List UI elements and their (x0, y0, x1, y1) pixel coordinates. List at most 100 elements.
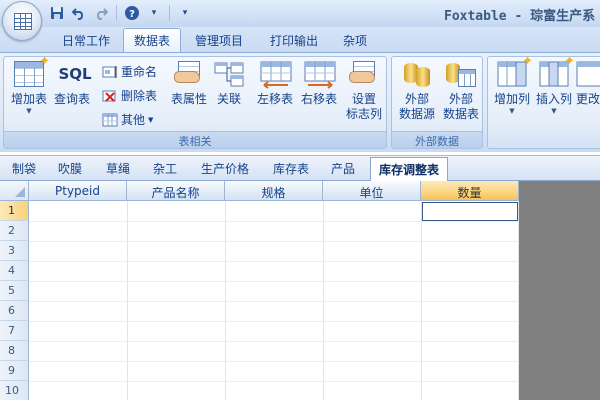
set-flag-column-button[interactable]: 设置 标志列 (344, 61, 384, 122)
grid-area: Ptypeid 产品名称 规格 单位 数量 1 2 3 4 5 6 7 8 9 … (0, 181, 600, 400)
sheet-tab-inventory[interactable]: 库存表 (273, 160, 309, 177)
row-divider (29, 241, 519, 242)
ext-source-line1: 外部 (404, 92, 429, 106)
relation-icon (214, 61, 244, 89)
help-icon[interactable]: ? (123, 4, 141, 22)
row-header[interactable]: 9 (0, 361, 29, 381)
rename-button[interactable]: 重命名 (102, 63, 157, 80)
select-all-corner[interactable] (0, 181, 29, 201)
row-divider (29, 341, 519, 342)
column-header-quantity[interactable]: 数量 (421, 181, 519, 201)
row-divider (29, 361, 519, 362)
change-column-label: 更改 (576, 92, 600, 106)
row-header[interactable]: 4 (0, 261, 29, 281)
undo-icon[interactable] (70, 4, 88, 22)
external-table-button[interactable]: 外部 数据表 (440, 61, 482, 122)
save-icon[interactable] (48, 4, 66, 22)
title-bar: ? ▾ ▾ Foxtable - 琮富生产系 (0, 0, 600, 41)
ext-source-line2: 数据源 (398, 107, 435, 121)
ribbon-panel: 增加表 ▼ SQL 查询表 重命名 删除表 其他 ▼ (0, 52, 600, 152)
row-divider (29, 301, 519, 302)
query-table-button[interactable]: SQL 查询表 (52, 61, 92, 107)
row-header[interactable]: 6 (0, 301, 29, 321)
tab-print-output[interactable]: 打印输出 (258, 29, 330, 52)
group-table-label: 表相关 (4, 131, 386, 148)
chevron-down-icon: ▼ (26, 107, 32, 115)
delete-icon (102, 89, 118, 103)
qat-separator (116, 5, 117, 21)
row-divider (29, 381, 519, 382)
other-label: 其他 (121, 113, 146, 127)
set-flag-line1: 设置 (351, 92, 376, 106)
other-button[interactable]: 其他 ▼ (102, 111, 153, 128)
column-header-spec[interactable]: 规格 (225, 181, 323, 201)
row-divider (29, 281, 519, 282)
row-header[interactable]: 8 (0, 341, 29, 361)
set-flag-line2: 标志列 (345, 107, 382, 121)
sheet-tab-inventory-adjustment[interactable]: 库存调整表 (370, 157, 449, 181)
table-icon (102, 113, 118, 127)
tab-manage-project[interactable]: 管理项目 (183, 29, 255, 52)
row-header[interactable]: 7 (0, 321, 29, 341)
chevron-down-icon[interactable]: ▾ (145, 4, 163, 22)
active-cell-quantity-row1[interactable] (422, 202, 518, 221)
window-title: Foxtable - 琮富生产系 (444, 9, 596, 24)
move-right-label: 右移表 (300, 92, 337, 106)
office-logo-icon (14, 13, 32, 30)
column-header-ptypeid[interactable]: Ptypeid (29, 181, 127, 201)
table-properties-icon (174, 61, 204, 89)
data-grid[interactable]: Ptypeid 产品名称 规格 单位 数量 1 2 3 4 5 6 7 8 9 … (0, 181, 519, 400)
tab-data-table[interactable]: 数据表 (123, 28, 181, 52)
row-divider (29, 321, 519, 322)
relation-button[interactable]: 关联 (211, 61, 247, 107)
insert-column-label: 插入列 (535, 92, 572, 106)
tab-daily-work[interactable]: 日常工作 (50, 29, 122, 52)
sheet-tab-straw-rope[interactable]: 草绳 (106, 160, 130, 177)
redo-icon[interactable] (92, 4, 110, 22)
group-external-data: 外部 数据源 外部 数据表 外部数据 (391, 56, 483, 149)
ext-table-line1: 外部 (448, 92, 473, 106)
external-source-button[interactable]: 外部 数据源 (396, 61, 438, 122)
flag-column-icon (349, 61, 379, 89)
external-table-icon (446, 61, 476, 89)
row-header[interactable]: 5 (0, 281, 29, 301)
delete-table-button[interactable]: 删除表 (102, 87, 157, 104)
add-table-button[interactable]: 增加表 ▼ (9, 54, 50, 115)
sheet-tab-bag-making[interactable]: 制袋 (12, 160, 36, 177)
database-icon (402, 61, 432, 89)
sheet-tab-product[interactable]: 产品 (331, 160, 355, 177)
change-column-icon (576, 61, 600, 89)
row-divider (29, 221, 519, 222)
column-header-unit[interactable]: 单位 (323, 181, 421, 201)
move-right-button[interactable]: 右移表 (297, 61, 341, 107)
move-left-button[interactable]: 左移表 (253, 61, 297, 107)
group-table: 增加表 ▼ SQL 查询表 重命名 删除表 其他 ▼ (3, 54, 387, 149)
sheet-tab-misc-labor[interactable]: 杂工 (153, 160, 177, 177)
ext-table-line2: 数据表 (442, 107, 479, 121)
chevron-down-icon: ▼ (551, 107, 557, 115)
sheet-tab-film-blowing[interactable]: 吹膜 (58, 160, 82, 177)
chevron-down-icon: ▼ (148, 115, 154, 124)
add-table-label: 增加表 (10, 92, 47, 106)
sheet-tab-production-price[interactable]: 生产价格 (201, 160, 249, 177)
tab-misc[interactable]: 杂项 (332, 29, 378, 52)
add-column-button[interactable]: 增加列 ▼ (492, 54, 533, 115)
table-props-button[interactable]: 表属性 (167, 61, 211, 107)
insert-column-icon (539, 54, 575, 89)
row-header[interactable]: 10 (0, 381, 29, 400)
ribbon-tab-bar: 日常工作 数据表 管理项目 打印输出 杂项 (0, 27, 600, 52)
row-header[interactable]: 2 (0, 221, 29, 241)
move-left-label: 左移表 (256, 92, 293, 106)
column-header-product-name[interactable]: 产品名称 (127, 181, 225, 201)
query-table-label: 查询表 (53, 92, 90, 106)
add-table-icon (14, 54, 50, 89)
group-columns: 增加列 ▼ 插入列 ▼ 更改 (487, 54, 600, 149)
insert-column-button[interactable]: 插入列 ▼ (534, 54, 575, 115)
add-column-icon (497, 54, 533, 89)
quick-access-toolbar: ? ▾ ▾ (48, 3, 194, 23)
change-column-button[interactable]: 更改 (576, 61, 600, 107)
customize-dropdown-icon[interactable]: ▾ (176, 4, 194, 22)
row-header[interactable]: 3 (0, 241, 29, 261)
row-header[interactable]: 1 (0, 201, 29, 221)
office-menu-button[interactable] (2, 1, 42, 41)
